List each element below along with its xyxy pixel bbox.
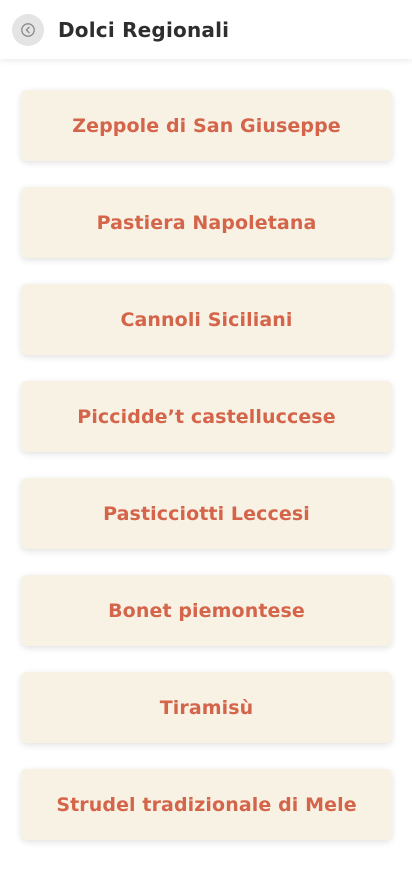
list-item-label: Tiramisù xyxy=(159,696,254,719)
list-item-zeppole[interactable]: Zeppole di San Giuseppe xyxy=(21,90,392,161)
list-item-label: Piccidde’t castelluccese xyxy=(77,405,336,428)
list-item-tiramisu[interactable]: Tiramisù xyxy=(21,672,392,743)
page-title: Dolci Regionali xyxy=(58,18,230,42)
dessert-list: Zeppole di San Giuseppe Pastiera Napolet… xyxy=(21,90,392,866)
list-item-label: Cannoli Siciliani xyxy=(120,308,293,331)
list-item-pastiera[interactable]: Pastiera Napoletana xyxy=(21,187,392,258)
back-button[interactable] xyxy=(12,14,44,46)
list-item-label: Bonet piemontese xyxy=(108,599,305,622)
app-bar: Dolci Regionali xyxy=(0,0,412,59)
list-item-piccidde[interactable]: Piccidde’t castelluccese xyxy=(21,381,392,452)
list-item-label: Pasticciotti Leccesi xyxy=(103,502,310,525)
list-item-label: Zeppole di San Giuseppe xyxy=(72,114,341,137)
list-item-pasticciotti[interactable]: Pasticciotti Leccesi xyxy=(21,478,392,549)
list-item-cannoli[interactable]: Cannoli Siciliani xyxy=(21,284,392,355)
chevron-left-icon xyxy=(21,23,35,37)
list-item-strudel[interactable]: Strudel tradizionale di Mele xyxy=(21,769,392,840)
list-item-bonet[interactable]: Bonet piemontese xyxy=(21,575,392,646)
list-item-label: Strudel tradizionale di Mele xyxy=(56,793,357,816)
list-item-label: Pastiera Napoletana xyxy=(96,211,317,234)
